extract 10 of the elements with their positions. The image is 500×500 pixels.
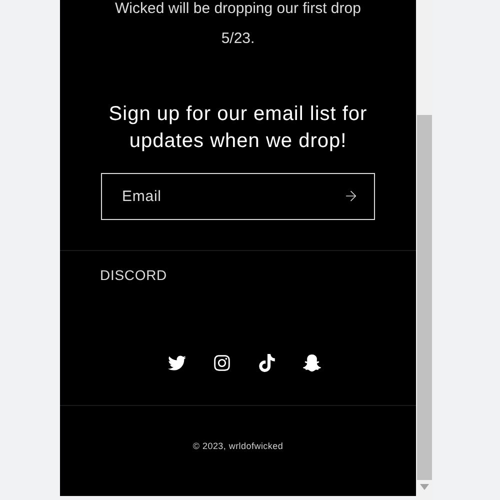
arrow-right-icon[interactable] — [343, 188, 359, 204]
ghost-icon[interactable] — [302, 354, 320, 372]
email-field[interactable]: Email — [101, 173, 375, 220]
music-note-icon[interactable] — [258, 354, 276, 372]
camera-icon[interactable] — [212, 354, 230, 372]
footer-link[interactable]: DISCORD — [100, 265, 376, 286]
announcement-text: Wicked will be dropping our first drop 5/23. — [114, 0, 362, 49]
copyright-text: © 2023, wrldofwicked — [192, 440, 284, 453]
bird-icon[interactable] — [168, 354, 186, 372]
signup-heading: Sign up for our email list for updates when we drop! — [108, 102, 368, 154]
